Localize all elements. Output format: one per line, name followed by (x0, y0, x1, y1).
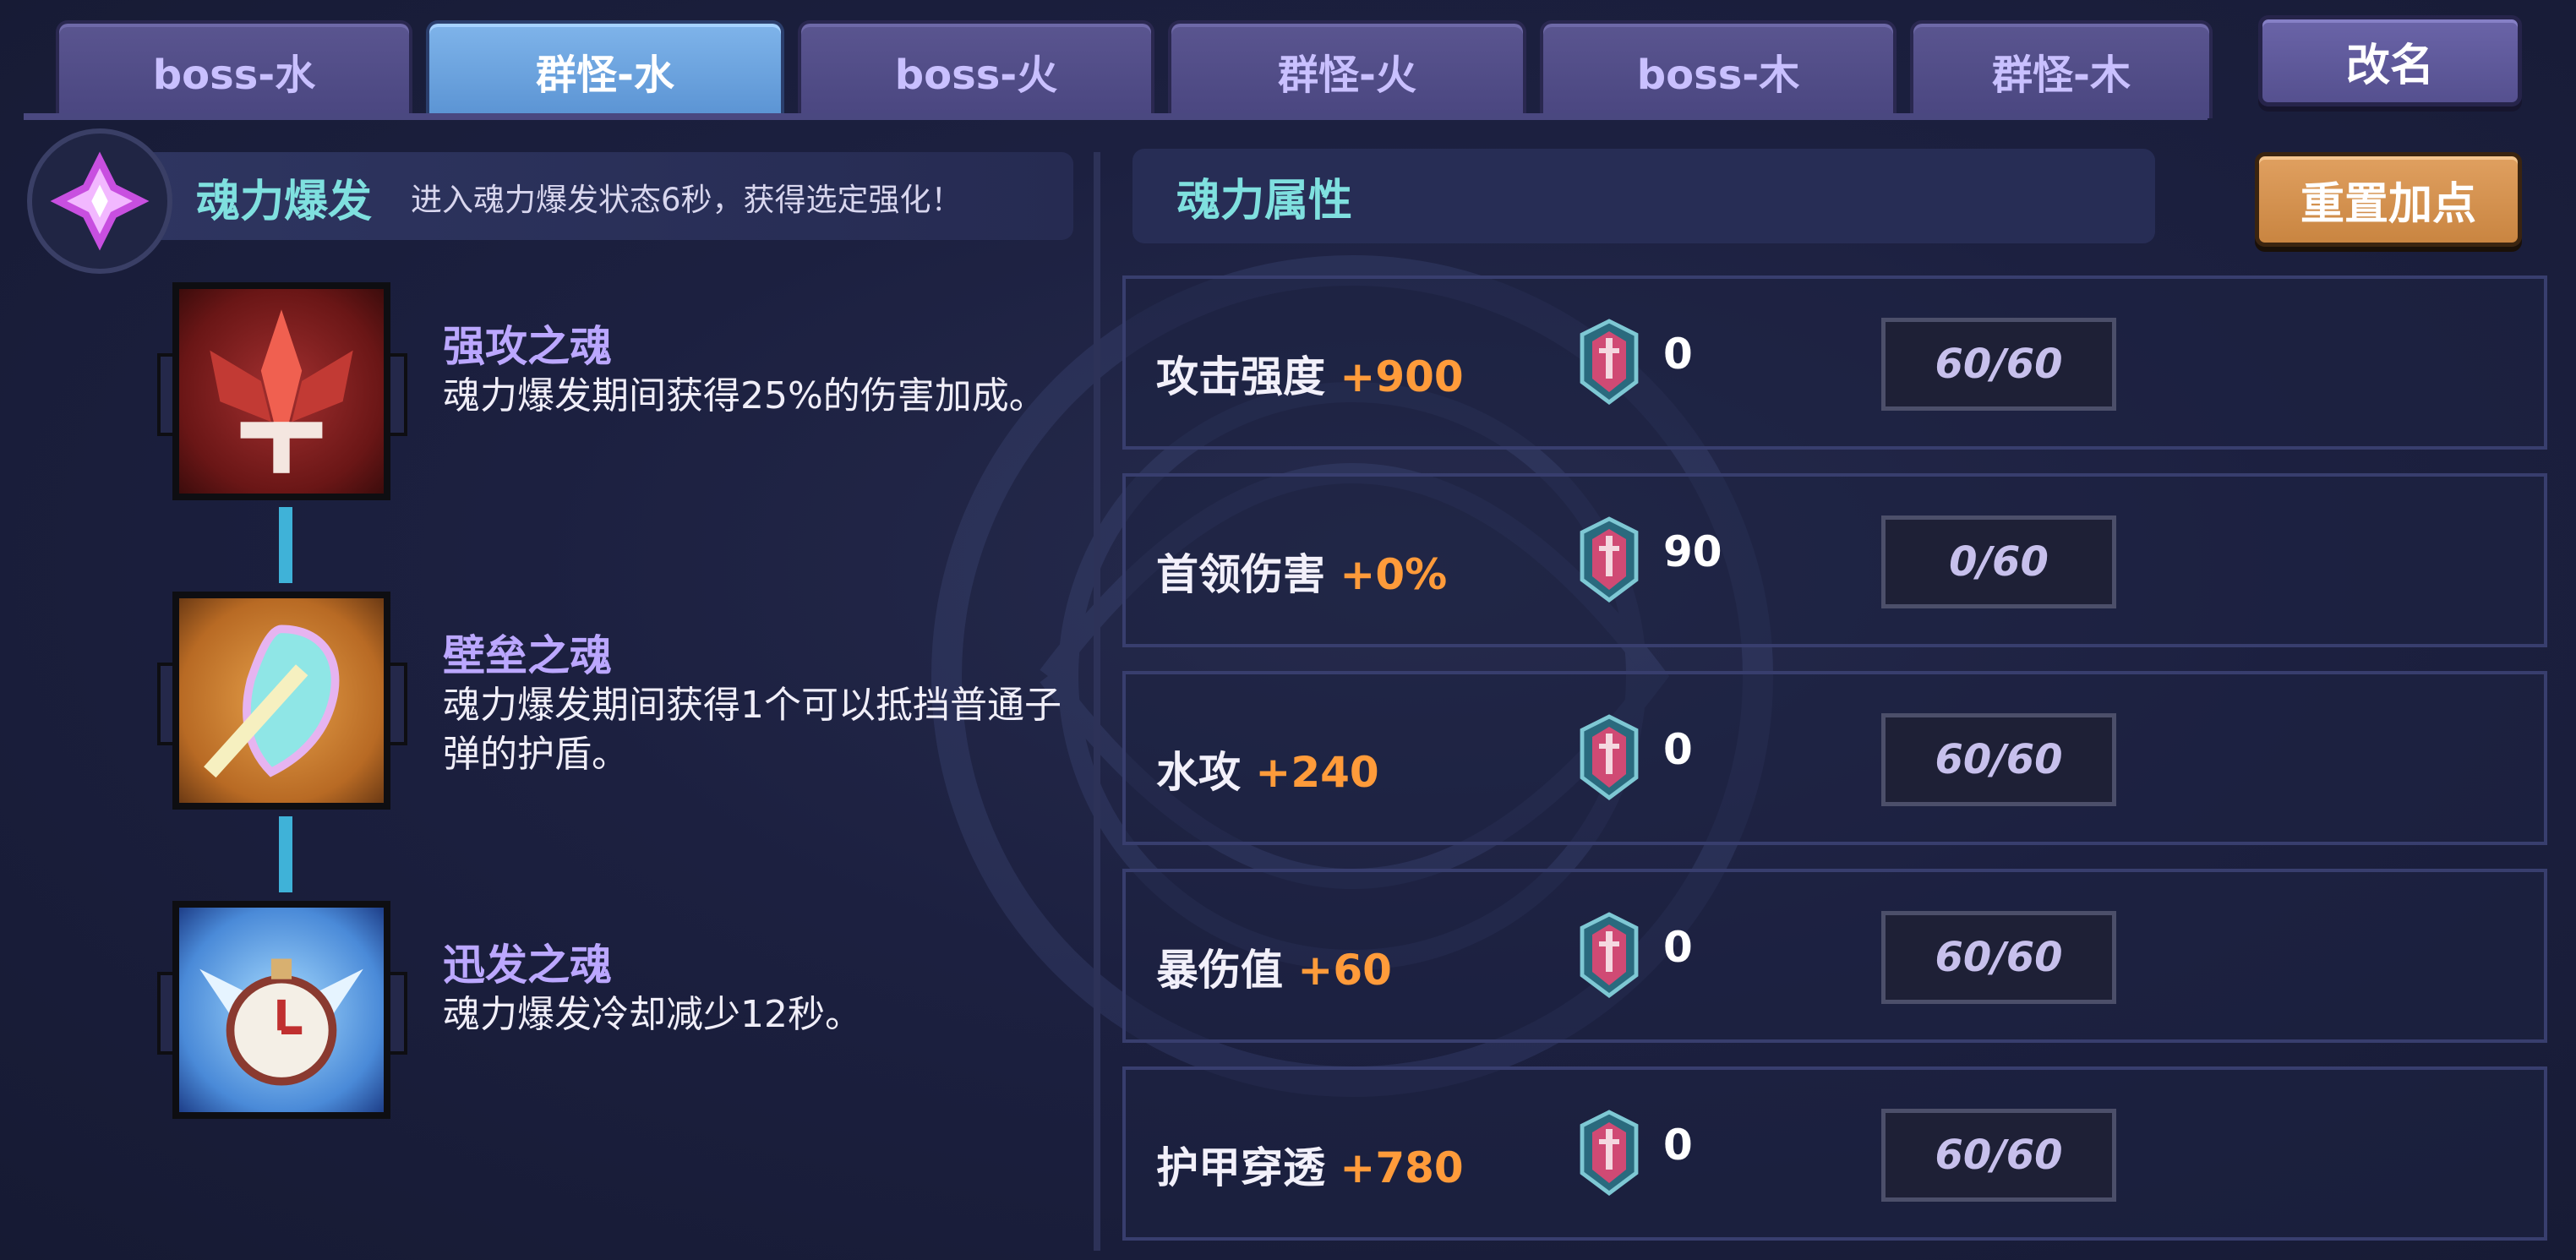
attribute-label: 护甲穿透 +780 (1156, 1143, 1464, 1192)
attribute-bonus: +240 (1255, 748, 1379, 797)
soul-name-strike: 强攻之魂 (443, 322, 612, 371)
attribute-label: 暴伤值 +60 (1156, 946, 1392, 995)
panel-divider (1094, 152, 1100, 1251)
soul-burst-icon (27, 128, 172, 274)
gem-count: 0 (1663, 923, 1693, 972)
soul-gem-icon (1580, 912, 1639, 998)
attribute-row: 暴伤值 +60 0 60/60 (1122, 869, 2547, 1043)
tab-boss-wood[interactable]: boss-木 (1540, 20, 1897, 118)
gem-count: 0 (1663, 1121, 1693, 1170)
reset-points-button[interactable]: 重置加点 (2255, 152, 2522, 247)
attribute-row: 护甲穿透 +780 0 60/60 (1122, 1066, 2547, 1241)
tab-mobs-water[interactable]: 群怪-水 (426, 20, 784, 118)
soul-name-bulwark: 壁垒之魂 (443, 631, 612, 680)
soul-connector (279, 507, 292, 583)
level-counter[interactable]: 60/60 (1881, 318, 2116, 411)
sword-crest-icon[interactable] (172, 282, 390, 500)
soul-description-strike: 魂力爆发期间获得25%的伤害加成。 (443, 374, 1046, 417)
attribute-label: 水攻 +240 (1156, 748, 1379, 797)
level-counter[interactable]: 60/60 (1881, 911, 2116, 1004)
gem-count: 90 (1663, 527, 1722, 576)
shield-icon[interactable] (172, 592, 390, 810)
attribute-label: 攻击强度 +900 (1156, 352, 1464, 401)
rename-button[interactable]: 改名 (2258, 15, 2522, 106)
attribute-row: 攻击强度 +900 0 60/60 (1122, 275, 2547, 450)
burst-description: 进入魂力爆发状态6秒，获得选定强化！ (411, 182, 963, 218)
soul-connector (279, 816, 292, 892)
level-counter[interactable]: 60/60 (1881, 713, 2116, 806)
attribute-label: 首领伤害 +0% (1156, 550, 1448, 599)
attributes-title: 魂力属性 (1132, 149, 2155, 243)
tab-mobs-wood[interactable]: 群怪-木 (1910, 20, 2213, 118)
tab-boss-water[interactable]: boss-水 (56, 20, 412, 118)
winged-clock-icon[interactable] (172, 901, 390, 1119)
soul-description-bulwark: 魂力爆发期间获得1个可以抵挡普通子弹的护盾。 (443, 684, 1062, 776)
attribute-bonus: +780 (1340, 1143, 1464, 1192)
tab-rule (24, 113, 2208, 120)
soul-description-swift: 魂力爆发冷却减少12秒。 (443, 993, 862, 1036)
gem-count: 0 (1663, 725, 1693, 774)
gem-count: 0 (1663, 330, 1693, 379)
soul-gem-icon (1580, 714, 1639, 800)
attribute-bonus: +60 (1297, 946, 1392, 995)
level-counter[interactable]: 60/60 (1881, 1109, 2116, 1202)
burst-title: 魂力爆发 (196, 177, 373, 227)
soul-gem-icon (1580, 516, 1639, 603)
tab-mobs-fire[interactable]: 群怪-火 (1168, 20, 1526, 118)
attribute-bonus: +0% (1340, 550, 1448, 599)
attribute-row: 水攻 +240 0 60/60 (1122, 671, 2547, 845)
soul-gem-icon (1580, 1110, 1639, 1196)
soul-name-swift: 迅发之魂 (443, 941, 612, 990)
soul-gem-icon (1580, 319, 1639, 405)
level-counter[interactable]: 0/60 (1881, 515, 2116, 608)
attribute-bonus: +900 (1340, 352, 1464, 401)
attribute-row: 首领伤害 +0% 90 0/60 (1122, 473, 2547, 647)
tab-boss-fire[interactable]: boss-火 (798, 20, 1154, 118)
